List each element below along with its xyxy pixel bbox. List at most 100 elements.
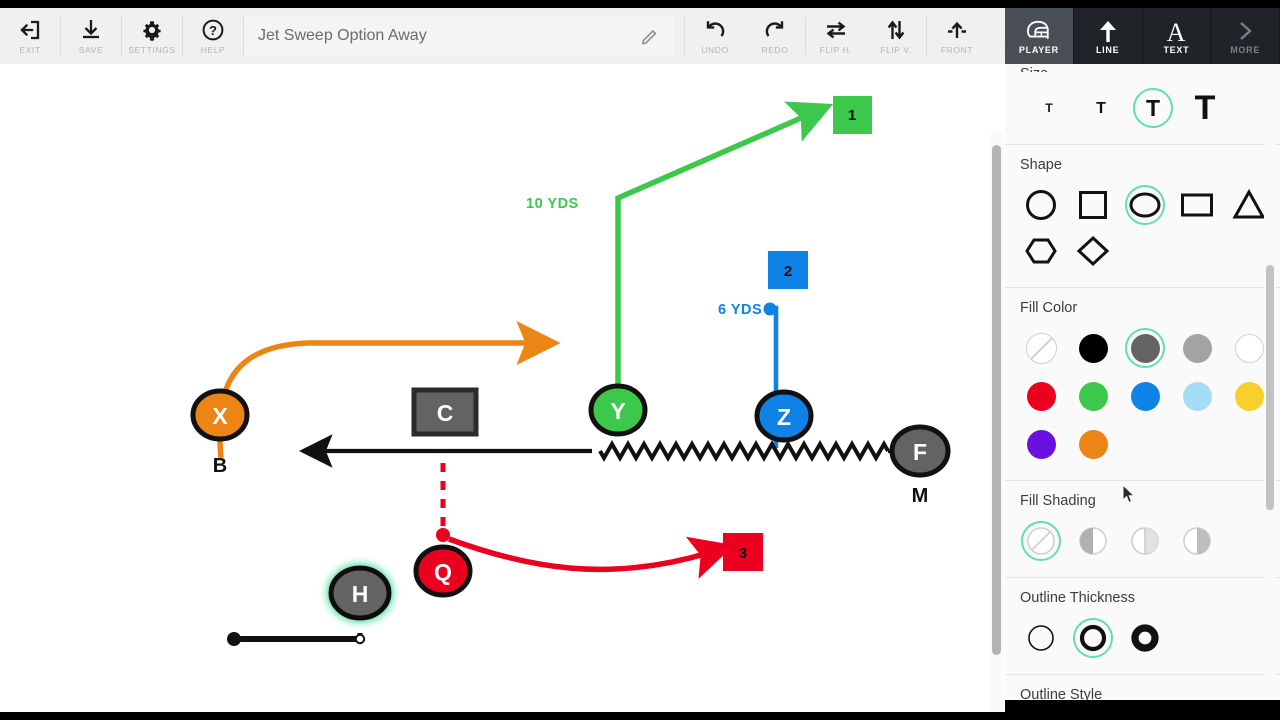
bring-front-button[interactable]: FRONT (927, 8, 987, 64)
save-label: SAVE (78, 45, 104, 55)
shape-option-rectangle[interactable] (1171, 181, 1223, 229)
fill-color-purple[interactable] (1015, 420, 1067, 468)
outline-thickness-thick[interactable] (1119, 614, 1171, 662)
rectangle-icon (1181, 193, 1213, 217)
fill-color-green[interactable] (1067, 372, 1119, 420)
fill-color-row-3 (1005, 420, 1280, 468)
player-Y[interactable]: Y (588, 383, 648, 437)
svg-text:T: T (1195, 89, 1216, 127)
redo-button[interactable]: REDO (745, 8, 805, 64)
number-box-1[interactable]: 1 (833, 96, 872, 134)
toolbar-left-group: EXIT SAVE SETTINGS ? HELP (0, 8, 244, 64)
svg-text:C: C (437, 400, 454, 426)
fill-color-orange[interactable] (1067, 420, 1119, 468)
svg-text:A: A (1167, 18, 1186, 44)
diamond-icon (1076, 235, 1110, 267)
player-F[interactable]: F M (889, 424, 951, 507)
fill-color-blue[interactable] (1119, 372, 1171, 420)
fill-color-row-2 (1005, 372, 1280, 420)
undo-button[interactable]: UNDO (685, 8, 745, 64)
section-outline-style-title: Outline Style (1020, 687, 1103, 700)
gear-icon (140, 17, 164, 43)
hexagon-icon (1025, 238, 1057, 264)
route-q-dashed[interactable] (436, 463, 450, 542)
redo-label: REDO (761, 45, 789, 55)
text-size-small-icon: T (1096, 100, 1106, 117)
help-button[interactable]: ? HELP (183, 8, 243, 64)
flip-horizontal-icon (824, 17, 848, 43)
square-icon (1079, 191, 1107, 219)
sidebar-scrollbar-thumb[interactable] (1266, 265, 1274, 510)
triangle-icon (1232, 188, 1266, 219)
fill-color-none[interactable] (1015, 324, 1067, 372)
canvas-vertical-scrollbar-thumb[interactable] (992, 145, 1001, 655)
player-X-sublabel: B (213, 455, 227, 477)
outline-thin-icon (1028, 625, 1054, 651)
section-fill-color: Fill Color (1005, 288, 1280, 481)
shape-option-diamond[interactable] (1067, 227, 1119, 275)
svg-text:H: H (352, 581, 369, 607)
tab-player[interactable]: PLAYER (1005, 8, 1074, 64)
play-field[interactable]: 1 2 3 10 YDS 6 YDS X B C Y Z F M Q H (8, 68, 988, 708)
play-title-field[interactable]: Jet Sweep Option Away (244, 16, 674, 56)
exit-button[interactable]: EXIT (0, 8, 60, 64)
route-h-block[interactable] (227, 632, 366, 646)
size-option-xsmall[interactable]: T (1023, 84, 1075, 132)
fill-shading-half-right-dark[interactable] (1171, 517, 1223, 565)
svg-text:Y: Y (610, 398, 625, 424)
canvas-vertical-scrollbar-track[interactable] (990, 132, 1003, 712)
properties-sidebar[interactable]: Size T T T T Shape (1005, 64, 1280, 700)
player-Z[interactable]: Z (754, 389, 814, 443)
edit-pencil-icon[interactable] (640, 26, 660, 46)
shape-options-row-1 (1005, 181, 1280, 229)
size-option-medium[interactable]: T (1127, 84, 1179, 132)
size-option-small[interactable]: T (1075, 84, 1127, 132)
tab-text-label: TEXT (1163, 44, 1190, 55)
tab-text[interactable]: A TEXT (1143, 8, 1212, 64)
annotation-10-yds[interactable]: 10 YDS (526, 196, 579, 212)
shape-options-row-2 (1005, 227, 1280, 275)
flip-vertical-button[interactable]: FLIP V. (866, 8, 926, 64)
fill-shading-none[interactable] (1015, 517, 1067, 565)
helmet-icon (1025, 18, 1053, 44)
shape-option-ellipse[interactable] (1119, 181, 1171, 229)
selection-ring (1125, 185, 1165, 225)
help-label: HELP (200, 45, 226, 55)
route-f-motion[interactable] (299, 434, 901, 468)
play-canvas[interactable]: 1 2 3 10 YDS 6 YDS X B C Y Z F M Q H (0, 64, 1005, 712)
fill-color-dark-gray[interactable] (1119, 324, 1171, 372)
fill-shading-half-left-dark[interactable] (1067, 517, 1119, 565)
tab-line[interactable]: LINE (1074, 8, 1143, 64)
route-x-orange[interactable] (217, 321, 561, 459)
player-C[interactable]: C (411, 387, 479, 437)
settings-button[interactable]: SETTINGS (122, 8, 182, 64)
number-box-2[interactable]: 2 (768, 251, 808, 289)
tab-more[interactable]: MORE (1211, 8, 1280, 64)
top-toolbar: EXIT SAVE SETTINGS ? HELP Jet Sweep Opti… (0, 8, 1029, 64)
redo-icon (763, 17, 787, 43)
svg-text:1: 1 (848, 107, 856, 124)
player-Q[interactable]: Q (413, 544, 473, 598)
number-box-3[interactable]: 3 (723, 533, 763, 571)
player-X[interactable]: X B (190, 388, 250, 477)
outline-thickness-medium[interactable] (1067, 614, 1119, 662)
fill-color-black[interactable] (1067, 324, 1119, 372)
svg-text:T: T (1045, 101, 1053, 115)
flip-horizontal-button[interactable]: FLIP H. (806, 8, 866, 64)
annotation-6-yds[interactable]: 6 YDS (718, 302, 762, 318)
shape-option-hexagon[interactable] (1015, 227, 1067, 275)
exit-label: EXIT (19, 45, 41, 55)
fill-color-red[interactable] (1015, 372, 1067, 420)
fill-shading-half-right-light[interactable] (1119, 517, 1171, 565)
shape-option-square[interactable] (1067, 181, 1119, 229)
svg-text:Q: Q (434, 559, 452, 585)
color-swatch (1078, 333, 1108, 363)
size-option-large[interactable]: T (1179, 84, 1231, 132)
route-q-handoff[interactable] (448, 536, 735, 579)
player-H[interactable]: H (328, 565, 392, 621)
fill-color-gray[interactable] (1171, 324, 1223, 372)
shape-option-circle[interactable] (1015, 181, 1067, 229)
save-button[interactable]: SAVE (61, 8, 121, 64)
fill-color-light-blue[interactable] (1171, 372, 1223, 420)
outline-thickness-thin[interactable] (1015, 614, 1067, 662)
